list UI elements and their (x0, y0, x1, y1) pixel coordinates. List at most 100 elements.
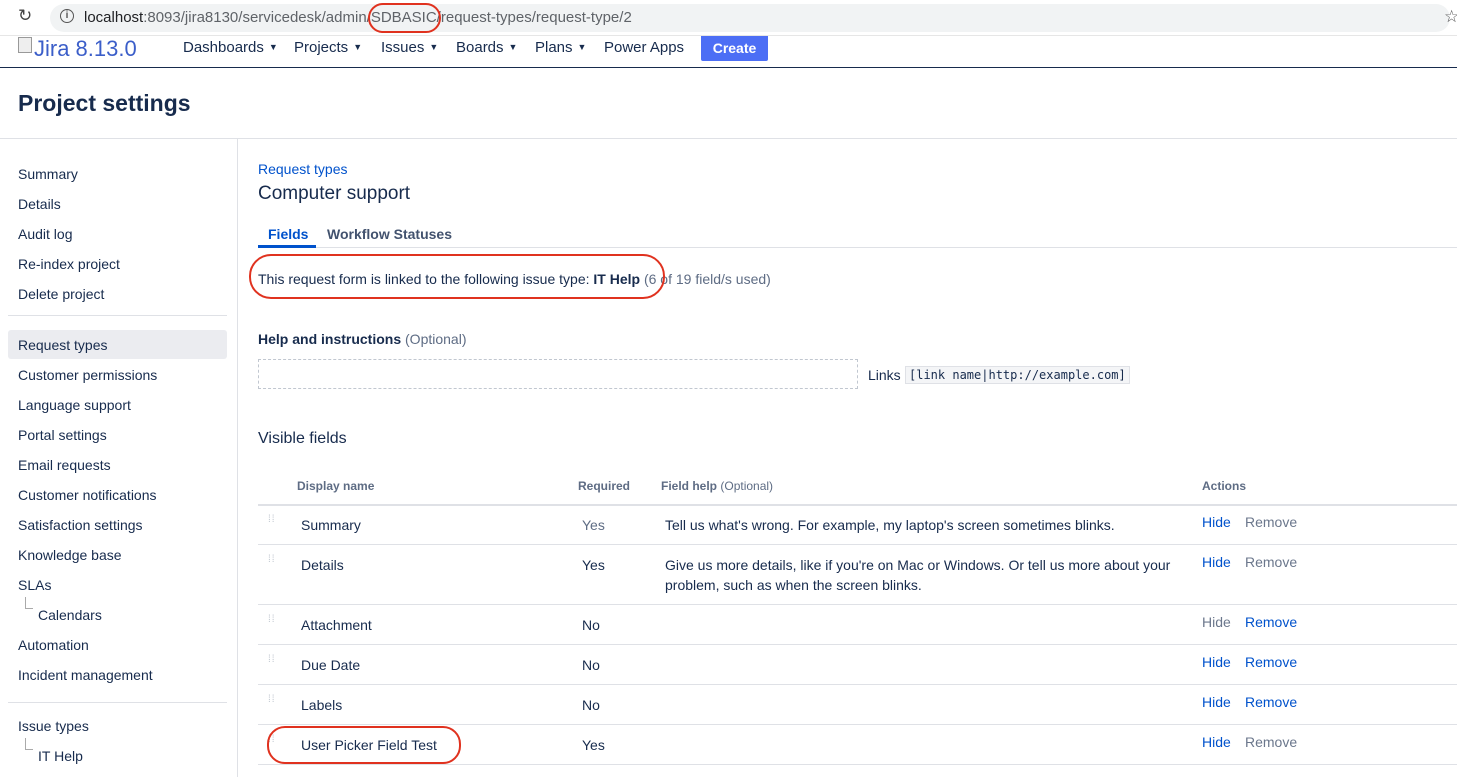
sidebar-item-satisfaction-settings[interactable]: Satisfaction settings (18, 517, 143, 533)
reload-icon[interactable]: ↻ (18, 6, 32, 26)
sidebar-item-delete-project[interactable]: Delete project (18, 286, 104, 302)
visible-fields-heading: Visible fields (258, 430, 347, 447)
remove-link[interactable]: Remove (1245, 614, 1297, 630)
sidebar: Summary Details Audit log Re-index proje… (0, 139, 238, 777)
remove-link-disabled: Remove (1245, 514, 1298, 530)
row-divider (258, 764, 1457, 765)
field-required[interactable]: Yes (582, 557, 605, 573)
menu-issues[interactable]: Issues ▼ (381, 39, 438, 56)
jira-top-nav: Jira 8.13.0 Dashboards ▼ Projects ▼ Issues… (0, 36, 1457, 68)
row-divider (258, 604, 1457, 605)
remove-link-disabled: Remove (1245, 554, 1298, 570)
tabs-divider (258, 247, 1457, 248)
hide-link[interactable]: Hide (1202, 694, 1231, 710)
breadcrumb-request-types[interactable]: Request types (258, 161, 348, 177)
help-instructions-input[interactable] (258, 359, 858, 389)
field-name: Labels (301, 697, 343, 713)
sidebar-item-incident-management[interactable]: Incident management (18, 667, 153, 683)
field-help-text[interactable]: Tell us what's wrong. For example, my la… (665, 515, 1185, 535)
sidebar-item-reindex[interactable]: Re-index project (18, 256, 120, 272)
jira-logo[interactable]: Jira 8.13.0 (18, 36, 137, 62)
field-required[interactable]: Yes (582, 737, 605, 753)
links-syntax-code: [link name|http://example.com] (905, 366, 1130, 384)
drag-handle-icon[interactable]: ⁞⁞ (268, 655, 276, 671)
drag-handle-icon[interactable]: ⁞⁞ (268, 615, 276, 631)
links-label: Links (868, 367, 901, 383)
broken-image-icon (18, 37, 32, 53)
hide-link[interactable]: Hide (1202, 734, 1231, 750)
sidebar-item-details[interactable]: Details (18, 196, 61, 212)
drag-handle-icon[interactable]: ⁞⁞ (268, 515, 276, 531)
chevron-down-icon: ▼ (268, 42, 278, 52)
row-divider (258, 724, 1457, 725)
linked-issue-type: IT Help (593, 271, 641, 287)
menu-dashboards[interactable]: Dashboards ▼ (183, 39, 278, 56)
sidebar-item-request-types[interactable]: Request types (18, 337, 108, 353)
sidebar-item-customer-notifications[interactable]: Customer notifications (18, 487, 157, 503)
field-required[interactable]: No (582, 617, 600, 633)
sidebar-item-portal-settings[interactable]: Portal settings (18, 427, 107, 443)
help-instructions-label: Help and instructions (Optional) (258, 331, 467, 347)
tree-connector (25, 738, 33, 750)
sidebar-item-issue-types[interactable]: Issue types (18, 718, 89, 734)
drag-handle-icon[interactable]: ⁞⁞ (268, 695, 276, 711)
sidebar-item-language-support[interactable]: Language support (18, 397, 131, 413)
remove-link[interactable]: Remove (1245, 694, 1297, 710)
sidebar-item-knowledge-base[interactable]: Knowledge base (18, 547, 122, 563)
sidebar-item-email-requests[interactable]: Email requests (18, 457, 111, 473)
field-name: Attachment (301, 617, 372, 633)
hide-link-disabled: Hide (1202, 614, 1231, 630)
hide-link[interactable]: Hide (1202, 514, 1231, 530)
drag-handle-icon[interactable]: ⁞⁞ (268, 735, 276, 751)
col-header-field-help: Field help (Optional) (661, 479, 774, 493)
field-help-text[interactable]: Give us more details, like if you're on … (665, 555, 1185, 595)
tab-fields[interactable]: Fields (268, 226, 308, 242)
url-text[interactable]: localhost:8093/jira8130/servicedesk/admi… (84, 9, 632, 26)
page-title: Project settings (18, 90, 191, 116)
sidebar-item-automation[interactable]: Automation (18, 637, 89, 653)
sidebar-item-audit-log[interactable]: Audit log (18, 226, 72, 242)
hide-link[interactable]: Hide (1202, 554, 1231, 570)
bookmark-star-icon[interactable]: ☆ (1444, 7, 1457, 27)
field-required[interactable]: No (582, 657, 600, 673)
linked-issue-type-text: This request form is linked to the follo… (258, 271, 771, 287)
sidebar-item-summary[interactable]: Summary (18, 166, 78, 182)
drag-handle-icon[interactable]: ⁞⁞ (268, 555, 276, 571)
field-required[interactable]: No (582, 697, 600, 713)
sidebar-item-calendars[interactable]: Calendars (38, 607, 102, 623)
field-name: Details (301, 557, 344, 573)
chevron-down-icon: ▼ (429, 42, 439, 52)
remove-link[interactable]: Remove (1245, 654, 1297, 670)
remove-link-disabled: Remove (1245, 734, 1298, 750)
field-required[interactable]: Yes (582, 517, 605, 533)
tab-workflow-statuses[interactable]: Workflow Statuses (327, 226, 452, 242)
request-type-title: Computer support (258, 183, 411, 204)
field-name: User Picker Field Test (301, 737, 437, 753)
sidebar-item-customer-permissions[interactable]: Customer permissions (18, 367, 157, 383)
create-button[interactable]: Create (701, 36, 768, 61)
tree-connector (25, 597, 33, 609)
field-name: Due Date (301, 657, 361, 673)
menu-plans[interactable]: Plans ▼ (535, 39, 586, 56)
active-tab-indicator (258, 245, 316, 248)
sidebar-divider (8, 315, 227, 316)
field-name: Summary (301, 517, 361, 533)
col-header-display-name: Display name (297, 479, 375, 493)
menu-projects[interactable]: Projects ▼ (294, 39, 362, 56)
menu-boards[interactable]: Boards ▼ (456, 39, 517, 56)
row-divider (258, 644, 1457, 645)
browser-url-bar: › ↻ i localhost:8093/jira8130/servicedes… (0, 0, 1457, 36)
col-header-required: Required (578, 479, 631, 493)
sidebar-item-it-help[interactable]: IT Help (38, 748, 83, 764)
row-divider (258, 684, 1457, 685)
col-header-actions: Actions (1202, 479, 1247, 493)
row-divider (258, 544, 1457, 545)
menu-power-apps[interactable]: Power Apps (604, 39, 684, 56)
site-info-icon[interactable]: i (60, 9, 74, 23)
chevron-down-icon: ▼ (353, 42, 363, 52)
chevron-down-icon: ▼ (508, 42, 518, 52)
table-header-divider (258, 504, 1457, 506)
sidebar-divider (8, 702, 227, 703)
sidebar-item-slas[interactable]: SLAs (18, 577, 51, 593)
hide-link[interactable]: Hide (1202, 654, 1231, 670)
